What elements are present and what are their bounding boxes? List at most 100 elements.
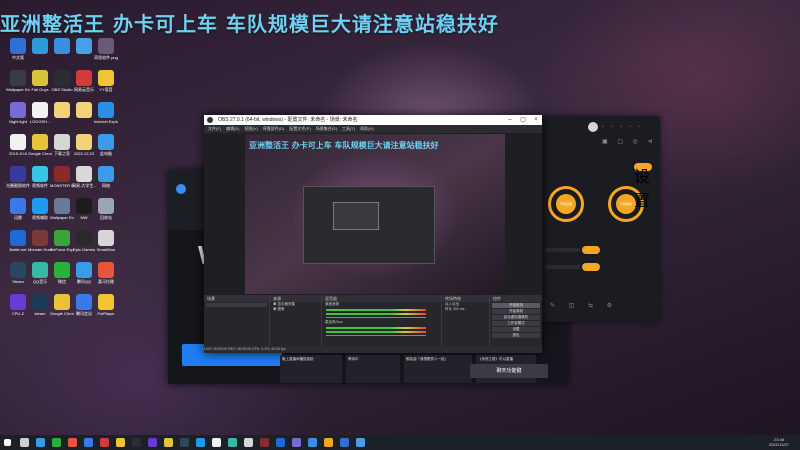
taskbar-app-icon[interactable] xyxy=(132,438,141,447)
menu-item[interactable]: 工具(T) xyxy=(342,126,355,131)
minimize-icon[interactable]: – xyxy=(504,115,516,125)
desktop-icon[interactable]: 微信 xyxy=(50,262,74,298)
desktop-icon[interactable]: 此电脑 xyxy=(94,134,118,170)
window-caption-icons[interactable]: ▫ ▫ ▫ ▫ ▫ xyxy=(602,124,643,130)
desktop-icon[interactable] xyxy=(50,38,74,74)
desktop-icon[interactable]: 网易云音乐 xyxy=(72,70,96,106)
desktop-icon[interactable]: 2019.10.6 xyxy=(6,134,30,170)
control-button[interactable]: 启动虚拟摄像机 xyxy=(492,315,540,320)
desktop-icon[interactable]: LOGOSH... xyxy=(28,102,52,138)
taskbar-app-icon[interactable] xyxy=(68,438,77,447)
orange-pill-1[interactable] xyxy=(582,246,600,254)
start-live-button[interactable]: 开始直播 xyxy=(548,186,584,222)
obs-preview-canvas[interactable]: 亚洲整活王 办卡可上车 车队规模巨大请注意站稳扶好 xyxy=(245,134,505,294)
taskbar-app-icon[interactable] xyxy=(116,438,125,447)
scene-item[interactable] xyxy=(206,303,267,307)
taskbar-app-icon[interactable] xyxy=(84,438,93,447)
taskbar-app-icon[interactable] xyxy=(260,438,269,447)
menu-item[interactable]: 视图(V) xyxy=(244,126,257,131)
desktop-icon[interactable]: Night light xyxy=(6,102,30,138)
volume-slider[interactable] xyxy=(326,335,426,336)
desktop-icon[interactable]: 回收站 xyxy=(94,198,118,234)
desktop-icon[interactable]: 中文版 xyxy=(6,38,30,74)
menu-item[interactable]: 停靠部件(D) xyxy=(263,126,285,131)
taskbar-app-icon[interactable] xyxy=(308,438,317,447)
desktop-icon[interactable]: GeForce Experience xyxy=(50,230,74,266)
control-button[interactable]: 工作室模式 xyxy=(492,321,540,326)
desktop-icon[interactable]: 奇怪软件.png xyxy=(94,38,118,74)
desktop-icon[interactable]: MW xyxy=(72,198,96,234)
input-bar-1[interactable] xyxy=(546,248,580,252)
menu-item[interactable]: 帮助(H) xyxy=(360,126,374,131)
source-item[interactable]: ◉ 图像 xyxy=(270,307,321,312)
content-card[interactable]: 歌曲曲「我想跟別人一起」 xyxy=(404,355,472,383)
desktop-icon[interactable]: 网络 xyxy=(94,166,118,202)
desktop-icon[interactable]: SmartMon xyxy=(94,230,118,266)
maximize-icon[interactable]: ▢ xyxy=(517,115,529,125)
desktop-icon[interactable]: Google Chrome xyxy=(50,294,74,330)
desktop-icon[interactable]: 腾讯会议 xyxy=(72,294,96,330)
desktop-icon[interactable]: Fall Guys xyxy=(28,70,52,106)
content-card[interactable]: 晚上直播间播放激起 xyxy=(280,355,342,383)
taskbar-app-icon[interactable] xyxy=(196,438,205,447)
desktop-icon[interactable]: 腾讯QQ xyxy=(72,262,96,298)
control-button[interactable]: 开始录制 xyxy=(492,309,540,314)
desktop-icon[interactable]: Wallpaper Engine xyxy=(6,70,30,106)
menu-item[interactable]: 文件(F) xyxy=(208,126,221,131)
menu-item[interactable]: 场景集合(S) xyxy=(316,126,337,131)
start-menu-icon[interactable] xyxy=(4,439,11,446)
taskbar-app-icon[interactable] xyxy=(228,438,237,447)
desktop-icon[interactable]: YY语音 xyxy=(94,70,118,106)
taskbar-app-icon[interactable] xyxy=(164,438,173,447)
desktop-icon[interactable]: 迅雷 xyxy=(6,198,30,234)
control-button[interactable]: 开始推流 xyxy=(492,303,540,308)
desktop-icon[interactable]: QQ音乐 xyxy=(28,262,52,298)
desktop-icon[interactable]: 光圈截图软件 xyxy=(6,166,30,202)
desktop-icon[interactable]: PotPlayer xyxy=(94,294,118,330)
desktop-icon[interactable]: OBS Studio xyxy=(50,70,74,106)
taskbar-app-icon[interactable] xyxy=(340,438,349,447)
taskbar-app-icon[interactable] xyxy=(100,438,109,447)
taskbar-app-icon[interactable] xyxy=(52,438,61,447)
close-icon[interactable]: × xyxy=(530,115,542,125)
taskbar-app-icon[interactable] xyxy=(148,438,157,447)
menu-item[interactable]: 编辑(E) xyxy=(226,126,239,131)
desktop-icon[interactable] xyxy=(28,38,52,74)
desktop-icon[interactable]: 喜马拉雅 xyxy=(94,262,118,298)
desktop-icon[interactable] xyxy=(50,102,74,138)
control-button[interactable]: 设置 xyxy=(492,327,540,332)
desktop-icon[interactable] xyxy=(72,102,96,138)
desktop-icon[interactable]: 2022.12.23 xyxy=(72,134,96,170)
taskbar-app-icon[interactable] xyxy=(212,438,221,447)
settings-pill[interactable]: 设置 xyxy=(634,163,652,210)
control-button[interactable]: 退出 xyxy=(492,333,540,338)
desktop-icon[interactable]: CPU-Z xyxy=(6,294,30,330)
bottom-tool-icons[interactable]: ✎ ◫ ⇆ ⚙ xyxy=(550,302,618,309)
desktop-icon[interactable]: 视频辅助 xyxy=(28,198,52,234)
chat-function-button[interactable]: 聊天功能键 xyxy=(470,364,548,378)
toolbar-icons[interactable]: ▣ ▢ ◎ ⊲ xyxy=(602,138,657,145)
content-card[interactable]: 等待中 xyxy=(346,355,400,383)
desktop-icon[interactable]: Wallpaper Engine xyxy=(50,198,74,234)
taskbar-app-icon[interactable] xyxy=(180,438,189,447)
duration-value[interactable]: 300 ms xyxy=(453,307,464,311)
desktop-icon[interactable]: MONSTER HUNTER xyxy=(50,166,74,202)
desktop-icon[interactable]: steam xyxy=(28,294,52,330)
taskbar-clock[interactable]: 23:48 2022/12/27 xyxy=(764,437,794,447)
user-avatar[interactable] xyxy=(588,122,598,132)
taskbar-app-icon[interactable] xyxy=(324,438,333,447)
volume-slider[interactable] xyxy=(326,317,426,318)
orange-pill-2[interactable] xyxy=(582,263,600,271)
desktop-icon[interactable] xyxy=(72,38,96,74)
desktop-icon[interactable]: Internet Explorer xyxy=(94,102,118,138)
desktop-icon[interactable]: 网易-大学生... xyxy=(72,166,96,202)
desktop-icon[interactable]: Monster Hunter xyxy=(28,230,52,266)
menu-item[interactable]: 配置文件(P) xyxy=(289,126,310,131)
desktop-icon[interactable]: Battle.net xyxy=(6,230,30,266)
taskbar-app-icon[interactable] xyxy=(276,438,285,447)
taskbar-app-icon[interactable] xyxy=(36,438,45,447)
taskbar-app-icon[interactable] xyxy=(356,438,365,447)
taskbar-app-icon[interactable] xyxy=(244,438,253,447)
taskbar-app-icon[interactable] xyxy=(20,438,29,447)
taskbar-app-icon[interactable] xyxy=(292,438,301,447)
